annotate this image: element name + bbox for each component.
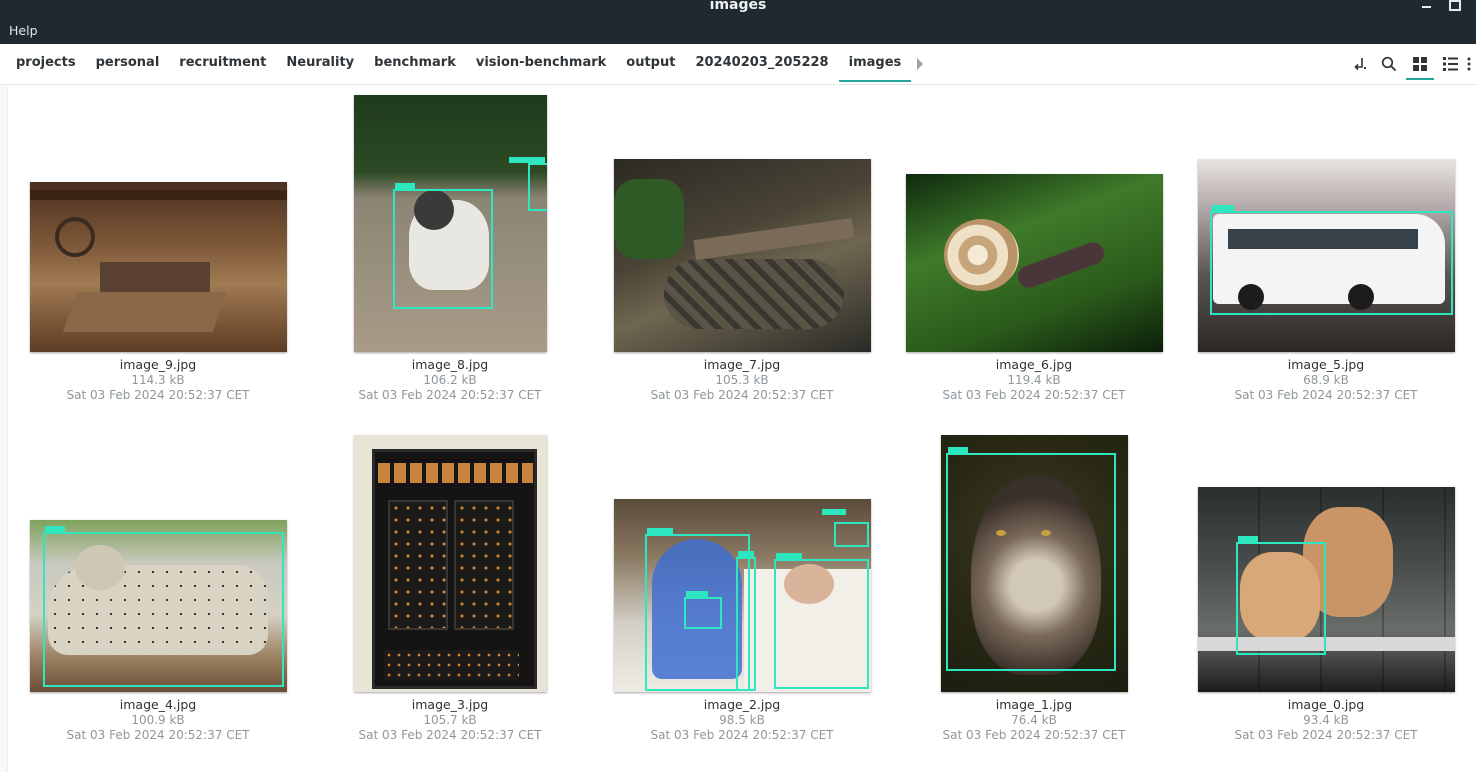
breadcrumb-forward-arrow-icon[interactable] — [911, 44, 931, 85]
list-view-icon — [1442, 57, 1458, 71]
file-item[interactable]: image_9.jpg 114.3 kB Sat 03 Feb 2024 20:… — [12, 95, 304, 403]
breadcrumb-item-timestamp-folder[interactable]: 20240203_205228 — [685, 44, 838, 85]
file-name: image_2.jpg — [703, 697, 781, 712]
more-options-button[interactable] — [1462, 50, 1476, 78]
breadcrumb-item-personal[interactable]: personal — [86, 44, 170, 85]
file-size: 100.9 kB — [131, 713, 185, 727]
window-title: images — [709, 0, 767, 13]
file-size: 68.9 kB — [1303, 373, 1349, 387]
breadcrumb-item-benchmark[interactable]: benchmark — [364, 44, 466, 85]
image-thumbnail — [1197, 159, 1455, 352]
file-date: Sat 03 Feb 2024 20:52:37 CET — [1234, 388, 1418, 402]
file-item[interactable]: image_7.jpg 105.3 kB Sat 03 Feb 2024 20:… — [596, 95, 888, 403]
file-name: image_5.jpg — [1287, 357, 1365, 372]
file-date: Sat 03 Feb 2024 20:52:37 CET — [358, 388, 542, 402]
file-date: Sat 03 Feb 2024 20:52:37 CET — [1234, 728, 1418, 742]
file-size: 105.7 kB — [423, 713, 477, 727]
file-item[interactable]: image_5.jpg 68.9 kB Sat 03 Feb 2024 20:5… — [1180, 95, 1472, 403]
image-thumbnail — [353, 435, 547, 692]
file-name: image_8.jpg — [411, 357, 489, 372]
file-name: image_7.jpg — [703, 357, 781, 372]
sidebar-edge — [0, 86, 8, 772]
file-item[interactable]: image_3.jpg 105.7 kB Sat 03 Feb 2024 20:… — [304, 435, 596, 743]
breadcrumb-item-projects[interactable]: projects — [6, 44, 86, 85]
grid-view-icon — [1413, 57, 1427, 71]
file-size: 105.3 kB — [715, 373, 769, 387]
file-item[interactable]: image_8.jpg 106.2 kB Sat 03 Feb 2024 20:… — [304, 95, 596, 403]
file-size: 76.4 kB — [1011, 713, 1057, 727]
image-thumbnail — [940, 435, 1128, 692]
menu-help[interactable]: Help — [9, 23, 38, 38]
breadcrumb-item-recruitment[interactable]: recruitment — [169, 44, 276, 85]
file-date: Sat 03 Feb 2024 20:52:37 CET — [66, 728, 250, 742]
breadcrumb-item-images[interactable]: images — [838, 44, 912, 85]
file-size: 93.4 kB — [1303, 713, 1349, 727]
open-terminal-button[interactable] — [1346, 50, 1374, 78]
file-date: Sat 03 Feb 2024 20:52:37 CET — [650, 388, 834, 402]
file-item[interactable]: image_4.jpg 100.9 kB Sat 03 Feb 2024 20:… — [12, 435, 304, 743]
breadcrumb-item-neurality[interactable]: Neurality — [276, 44, 364, 85]
file-date: Sat 03 Feb 2024 20:52:37 CET — [942, 388, 1126, 402]
file-date: Sat 03 Feb 2024 20:52:37 CET — [942, 728, 1126, 742]
open-terminal-icon — [1354, 58, 1366, 71]
breadcrumb-item-output[interactable]: output — [616, 44, 685, 85]
file-size: 114.3 kB — [131, 373, 185, 387]
file-name: image_1.jpg — [995, 697, 1073, 712]
image-thumbnail — [905, 174, 1163, 352]
breadcrumb-item-vision-benchmark[interactable]: vision-benchmark — [466, 44, 616, 85]
file-name: image_9.jpg — [119, 357, 197, 372]
file-name: image_3.jpg — [411, 697, 489, 712]
file-date: Sat 03 Feb 2024 20:52:37 CET — [650, 728, 834, 742]
file-size: 119.4 kB — [1007, 373, 1061, 387]
more-icon — [1467, 57, 1471, 71]
list-view-button[interactable] — [1436, 50, 1464, 78]
image-thumbnail — [29, 520, 287, 692]
file-name: image_4.jpg — [119, 697, 197, 712]
path-toolbar: projects personal recruitment Neurality … — [0, 44, 1476, 85]
file-item[interactable]: image_1.jpg 76.4 kB Sat 03 Feb 2024 20:5… — [888, 435, 1180, 743]
maximize-button[interactable] — [1446, 0, 1462, 12]
file-name: image_0.jpg — [1287, 697, 1365, 712]
search-button[interactable] — [1375, 50, 1403, 78]
image-thumbnail — [29, 182, 287, 352]
breadcrumb: projects personal recruitment Neurality … — [6, 44, 931, 85]
file-size: 98.5 kB — [719, 713, 765, 727]
file-item[interactable]: image_2.jpg 98.5 kB Sat 03 Feb 2024 20:5… — [596, 435, 888, 743]
image-thumbnail — [1197, 487, 1455, 692]
grid-view-button[interactable] — [1406, 50, 1434, 80]
image-thumbnail — [613, 159, 871, 352]
minimize-button[interactable] — [1419, 0, 1435, 12]
file-size: 106.2 kB — [423, 373, 477, 387]
search-icon — [1381, 56, 1397, 72]
file-name: image_6.jpg — [995, 357, 1073, 372]
file-item[interactable]: image_0.jpg 93.4 kB Sat 03 Feb 2024 20:5… — [1180, 435, 1472, 743]
image-thumbnail — [613, 499, 871, 692]
file-item[interactable]: image_6.jpg 119.4 kB Sat 03 Feb 2024 20:… — [888, 95, 1180, 403]
window-titlebar: images Help — [0, 0, 1476, 44]
file-date: Sat 03 Feb 2024 20:52:37 CET — [66, 388, 250, 402]
image-thumbnail — [353, 95, 547, 352]
file-date: Sat 03 Feb 2024 20:52:37 CET — [358, 728, 542, 742]
